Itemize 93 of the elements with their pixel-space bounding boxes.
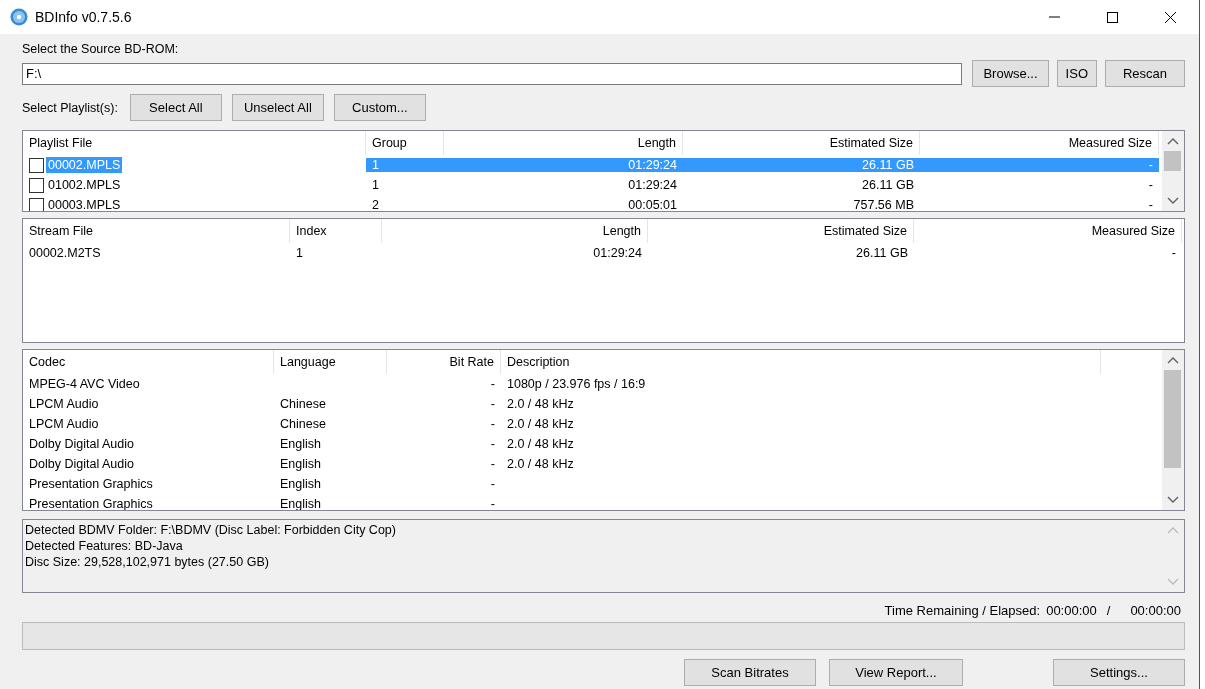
table-cell: - — [1148, 178, 1153, 192]
table-cell: English — [280, 437, 321, 451]
table-cell: 26.11 GB — [862, 158, 914, 172]
playlist-select-label: Select Playlist(s): — [22, 100, 118, 115]
table-cell: - — [490, 457, 495, 471]
table-cell: Dolby Digital Audio — [29, 457, 134, 471]
selection-button[interactable]: Select All — [129, 94, 222, 121]
table-cell: LPCM Audio — [29, 397, 99, 411]
checkbox[interactable] — [29, 177, 44, 193]
column-header[interactable]: Group — [366, 131, 444, 155]
table-cell: Chinese — [280, 417, 326, 431]
table-cell: 1 — [372, 178, 379, 192]
table-cell: 01:29:24 — [628, 158, 677, 172]
table-cell: 1 — [372, 158, 379, 172]
minimize-icon — [1048, 16, 1060, 18]
table-cell: - — [1148, 158, 1153, 172]
column-header[interactable]: Length — [382, 219, 648, 243]
column-header[interactable]: Description — [501, 350, 1101, 374]
toolbar-button[interactable]: ISO — [1056, 60, 1097, 87]
column-header[interactable]: Estimated Size — [683, 131, 920, 155]
table-cell: - — [490, 417, 495, 431]
info-line: Disc Size: 29,528,102,971 bytes (27.50 GB) — [25, 554, 270, 570]
selection-button[interactable]: Custom... — [333, 94, 426, 121]
table-cell: 00002.M2TS — [29, 246, 101, 260]
table-cell: - — [1148, 198, 1153, 211]
scroll-down-icon[interactable] — [1167, 496, 1179, 504]
table-cell: 757.56 MB — [853, 198, 914, 211]
disc-icon — [10, 8, 28, 26]
table-cell: Presentation Graphics — [29, 497, 153, 510]
scrollbar[interactable] — [1162, 131, 1184, 211]
table-cell: - — [490, 377, 495, 391]
table-cell: 2.0 / 48 kHz — [507, 457, 574, 471]
time-label: Time Remaining / Elapsed: — [884, 602, 1041, 618]
action-button[interactable]: View Report... — [829, 659, 963, 686]
table-cell: Presentation Graphics — [29, 477, 153, 491]
time-elapsed: 00:00:00 — [1130, 602, 1181, 618]
scrollbar[interactable] — [1162, 350, 1184, 510]
scroll-down-icon[interactable] — [1167, 197, 1179, 205]
table-cell: - — [490, 397, 495, 411]
table-cell: English — [280, 497, 321, 510]
selection-button[interactable]: Unselect All — [231, 94, 324, 121]
table-cell: 26.11 GB — [862, 178, 914, 192]
source-label: Select the Source BD-ROM: — [22, 42, 180, 58]
action-button[interactable]: Scan Bitrates — [684, 659, 816, 686]
checkbox[interactable] — [29, 157, 44, 173]
close-icon — [1164, 11, 1176, 23]
window-title: BDInfo v0.7.5.6 — [35, 9, 133, 25]
playlist-item[interactable]: 01002.MPLS — [46, 177, 123, 193]
column-header[interactable]: Playlist File — [23, 131, 366, 155]
column-header[interactable]: Language — [274, 350, 387, 374]
table-cell: 2 — [372, 198, 379, 211]
column-header[interactable]: Stream File — [23, 219, 290, 243]
column-header[interactable]: Measured Size — [914, 219, 1182, 243]
playlist-item[interactable]: 00003.MPLS — [46, 197, 123, 211]
table-cell: - — [490, 437, 495, 451]
column-header[interactable]: Codec — [23, 350, 274, 374]
table-cell: 01:29:24 — [628, 178, 677, 192]
table-cell: 26.11 GB — [856, 246, 908, 260]
table-cell: - — [490, 477, 495, 491]
table-cell: Dolby Digital Audio — [29, 437, 134, 451]
table-cell: 1080p / 23.976 fps / 16:9 — [507, 377, 646, 391]
table-cell: 2.0 / 48 kHz — [507, 437, 574, 451]
time-remaining: 00:00:00 — [1046, 602, 1097, 618]
info-line: Detected Features: BD-Java — [25, 538, 184, 554]
scrollbar-thumb[interactable] — [1164, 151, 1181, 171]
time-separator: / — [1106, 602, 1111, 618]
table-cell: MPEG-4 AVC Video — [29, 377, 140, 391]
source-path-field[interactable]: F:\ — [22, 62, 963, 85]
table-cell: Chinese — [280, 397, 326, 411]
table-cell: 1 — [296, 246, 303, 260]
table-cell: - — [490, 497, 495, 510]
scroll-up-icon[interactable] — [1167, 356, 1179, 364]
table-cell: 2.0 / 48 kHz — [507, 397, 574, 411]
toolbar-button[interactable]: Rescan — [1105, 60, 1185, 87]
column-header[interactable]: Measured Size — [920, 131, 1159, 155]
maximize-icon — [1106, 11, 1118, 23]
scroll-up-icon[interactable] — [1167, 137, 1179, 145]
scrollbar-thumb[interactable] — [1164, 370, 1181, 468]
table-cell: LPCM Audio — [29, 417, 99, 431]
column-header[interactable]: Index — [290, 219, 382, 243]
table-cell: English — [280, 477, 321, 491]
checkbox[interactable] — [29, 197, 44, 211]
table-cell: 2.0 / 48 kHz — [507, 417, 574, 431]
action-button[interactable]: Settings... — [1053, 659, 1185, 686]
toolbar-button[interactable]: Browse... — [972, 60, 1049, 87]
table-cell: 01:29:24 — [593, 246, 642, 260]
column-header[interactable]: Length — [444, 131, 683, 155]
table-cell: 00:05:01 — [628, 198, 677, 211]
info-line: Detected BDMV Folder: F:\BDMV (Disc Label: Forbidden City Cop) — [25, 522, 397, 538]
table-cell: - — [1171, 246, 1176, 260]
column-header[interactable]: Bit Rate — [387, 350, 501, 374]
table-cell: English — [280, 457, 321, 471]
column-header[interactable]: Estimated Size — [648, 219, 914, 243]
